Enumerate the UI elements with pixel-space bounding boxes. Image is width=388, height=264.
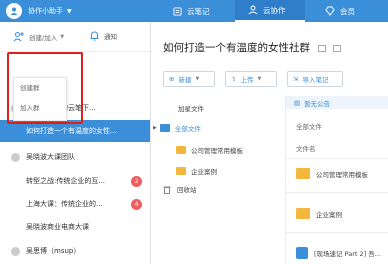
- avatar: [6, 3, 22, 19]
- column-header: 文件名: [296, 145, 316, 153]
- group-name: 转型之战:传统企业的互...: [26, 177, 106, 185]
- folder-icon: [296, 208, 310, 219]
- file-panel: ▤ 暂无公告 全部文件 文件名 公司管理常用模板 企业案例 [现场速记 Part…: [285, 96, 388, 264]
- create-join-menu: 创建群 加入群: [13, 77, 67, 121]
- file-row[interactable]: 公司管理常用模板: [296, 168, 368, 179]
- file-tree: 加星文件 ▶ 全部文件 公司管理常用模板 企业案例 回收站: [152, 96, 284, 264]
- create-join-label: 创建/加入: [29, 33, 58, 42]
- caret-right-icon: ▶: [153, 125, 157, 131]
- group-name: 上海大课：传统企业的...: [26, 200, 103, 208]
- sidebar-toolbar: 创建/加入 ▼ 通知: [0, 22, 150, 52]
- tree-label: 公司管理常用模板: [191, 147, 243, 155]
- tree-label: 企业案例: [191, 168, 217, 176]
- group-avatar: [11, 152, 20, 162]
- note-file-icon: [296, 247, 308, 259]
- tab-label: 云协作: [263, 5, 286, 15]
- upload-icon: ⇧: [231, 75, 237, 83]
- create-join-button[interactable]: 创建/加入 ▼: [13, 31, 64, 42]
- notice-icon: ▤: [294, 98, 301, 107]
- folder-icon: [176, 146, 186, 154]
- tree-item-folder[interactable]: 公司管理常用模板: [176, 145, 243, 155]
- list-item[interactable]: 吴晓波商业电商大课: [0, 216, 150, 238]
- menu-item-create-group[interactable]: 创建群: [14, 78, 66, 98]
- tree-label: 全部文件: [174, 125, 201, 133]
- tree-label: 加星文件: [178, 105, 204, 113]
- group-name: 如何打造一个有温度的女性...: [26, 127, 117, 135]
- divider: [286, 158, 388, 159]
- note-icon: [173, 6, 182, 16]
- page-title: 如何打造一个有温度的女性社群: [163, 40, 341, 55]
- sidebar: 创建/加入 ▼ 通知 网易有道我的云笔下... 如何打造一个有温度的女性... …: [0, 22, 151, 264]
- info-icon[interactable]: [318, 44, 327, 52]
- tree-item-recycle[interactable]: 回收站: [163, 184, 197, 194]
- notice-text: 暂无公告: [304, 99, 331, 108]
- notify-label: 通知: [104, 33, 117, 41]
- tree-item-folder[interactable]: 企业案例: [176, 166, 217, 176]
- list-item[interactable]: 转型之战:传统企业的互... 2: [0, 170, 150, 192]
- import-notes-button[interactable]: ⇲ 导入笔记: [287, 71, 343, 87]
- file-row[interactable]: [现场速记 Part 2] 吾...: [296, 247, 381, 259]
- tree-item-all-files[interactable]: ▶ 全部文件: [153, 123, 201, 133]
- new-button[interactable]: ⊕ 新建 ▼: [163, 71, 215, 87]
- file-row[interactable]: 企业案例: [296, 208, 342, 219]
- breadcrumb[interactable]: 全部文件: [296, 121, 322, 131]
- user-menu[interactable]: 协作小助手 ▼: [6, 3, 72, 19]
- plus-icon: ⊕: [169, 75, 175, 83]
- chevron-down-icon: ▼: [257, 76, 262, 82]
- settings-icon[interactable]: [332, 44, 341, 52]
- tab-cloud-notes[interactable]: 云笔记: [163, 0, 235, 22]
- tree-item-starred[interactable]: 加星文件: [163, 103, 204, 113]
- group-name: 吴晓波大课团队: [26, 153, 75, 161]
- top-bar: 协作小助手 ▼ 云笔记 云协作 会员: [0, 0, 388, 22]
- divider: [286, 192, 388, 193]
- group-name: 吴晓波商业电商大课: [26, 223, 89, 231]
- divider: [286, 232, 388, 233]
- tree-label: 回收站: [177, 186, 197, 194]
- tab-collaboration[interactable]: 云协作: [235, 0, 305, 22]
- unread-badge: 4: [131, 198, 142, 210]
- menu-item-join-group[interactable]: 加入群: [14, 98, 66, 118]
- folder-icon: [176, 167, 186, 175]
- list-item[interactable]: 上海大课：传统企业的... 4: [0, 193, 150, 215]
- trash-icon: [163, 186, 171, 194]
- chevron-down-icon: ▼: [60, 33, 65, 40]
- import-label: 导入笔记: [302, 76, 329, 84]
- group-name: 吴思博（msup）: [26, 247, 81, 255]
- tab-label: 云笔记: [187, 6, 210, 16]
- chevron-down-icon: ▼: [195, 76, 200, 82]
- notice-bar: ▤ 暂无公告: [286, 96, 388, 109]
- unread-badge: 2: [131, 175, 142, 187]
- upload-button[interactable]: ⇧ 上传 ▼: [225, 71, 277, 87]
- tab-label: 会员: [340, 6, 355, 16]
- list-item[interactable]: 吴晓波大课团队: [0, 146, 150, 168]
- tab-membership[interactable]: 会员: [305, 0, 388, 22]
- new-label: 新建: [178, 76, 192, 84]
- bell-icon: [90, 31, 99, 41]
- notify-button[interactable]: 通知: [90, 31, 117, 41]
- group-title: 如何打造一个有温度的女性社群: [163, 42, 310, 54]
- file-name: 企业案例: [316, 210, 342, 219]
- list-item[interactable]: 吴思博（msup）: [0, 240, 150, 262]
- main-panel: 如何打造一个有温度的女性社群 ⊕ 新建 ▼ ⇧ 上传 ▼ ⇲ 导入笔记 加星文件…: [152, 22, 388, 264]
- folder-icon: [159, 124, 170, 132]
- chevron-down-icon: ▼: [67, 7, 72, 15]
- group-avatar: [11, 246, 20, 256]
- user-name: 协作小助手: [28, 7, 63, 15]
- group-icon: [248, 5, 258, 15]
- add-group-icon: [13, 32, 24, 42]
- user-icon: [10, 7, 18, 15]
- import-icon: ⇲: [293, 75, 299, 83]
- file-name: 公司管理常用模板: [316, 170, 368, 179]
- file-name: [现场速记 Part 2] 吾...: [314, 250, 381, 258]
- folder-icon: [296, 168, 310, 179]
- upload-label: 上传: [240, 76, 254, 84]
- diamond-icon: [325, 6, 335, 16]
